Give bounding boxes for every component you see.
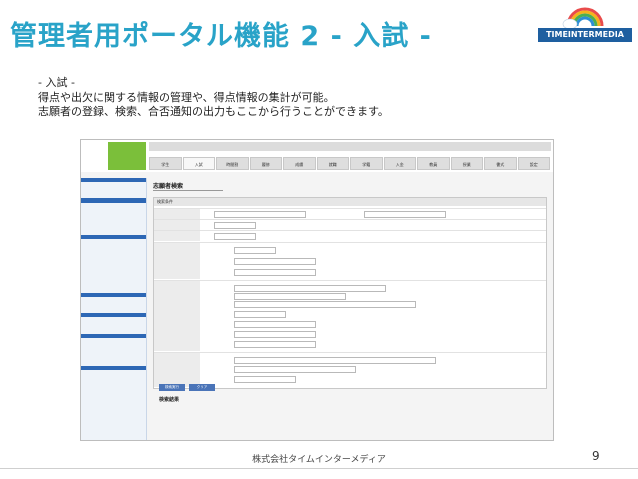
checkbox-group[interactable] xyxy=(234,366,356,373)
select-field[interactable] xyxy=(234,247,276,254)
app-sidebar xyxy=(81,178,147,440)
description-line-2: 得点や出欠に関する情報の管理や、得点情報の集計が可能。 xyxy=(38,90,335,104)
description-line-3: 志願者の登録、検索、合否通知の出力もここから行うことができます。 xyxy=(38,105,389,118)
select-field[interactable] xyxy=(234,376,296,383)
sidebar-item[interactable] xyxy=(81,399,146,403)
results-label: 検索結果 xyxy=(159,397,180,403)
description: - 入試 - 得点や出欠に関する情報の管理や、得点情報の集計が可能。 志願者の登… xyxy=(38,76,389,120)
checkbox-group[interactable] xyxy=(234,293,346,300)
cloud-rainbow-icon xyxy=(562,7,604,30)
select-field[interactable] xyxy=(234,311,286,318)
form-row xyxy=(154,242,546,279)
app-content: 志願者検索 検索条件 xyxy=(153,178,551,440)
tab-6[interactable]: 学籍 xyxy=(350,157,383,170)
page-title: 志願者検索 xyxy=(153,181,223,191)
app-header: 学生 入試 時間割 履修 成績 就職 学籍 入金 教員 授業 書式 設定 xyxy=(81,140,553,172)
text-field[interactable] xyxy=(214,233,256,240)
tab-0[interactable]: 学生 xyxy=(149,157,182,170)
row-label xyxy=(154,231,200,241)
row-label xyxy=(154,353,200,387)
select-field[interactable] xyxy=(234,321,316,328)
select-field[interactable] xyxy=(234,331,316,338)
row-label xyxy=(154,281,200,351)
search-conditions-header: 検索条件 xyxy=(154,198,546,206)
search-button[interactable]: 検索実行 xyxy=(159,384,185,391)
checkbox-group[interactable] xyxy=(234,357,436,364)
form-row xyxy=(154,352,546,387)
text-field[interactable] xyxy=(214,222,256,229)
footer-company: 株式会社タイムインターメディア xyxy=(252,455,386,465)
form-row xyxy=(154,230,546,241)
app-nav: 学生 入試 時間割 履修 成績 就職 学籍 入金 教員 授業 書式 設定 xyxy=(149,157,551,170)
company-logo: TIMEINTERMEDIA xyxy=(538,2,632,44)
form-row xyxy=(154,219,546,230)
button-group: 検索実行 クリア xyxy=(159,384,219,391)
tab-11[interactable]: 設定 xyxy=(517,157,550,170)
divider xyxy=(0,468,638,469)
app-logo xyxy=(108,142,146,170)
logo-text: TIMEINTERMEDIA xyxy=(538,28,632,42)
description-line-1: - 入試 - xyxy=(38,76,75,89)
form-row xyxy=(154,280,546,351)
text-field[interactable] xyxy=(364,211,446,218)
tab-8[interactable]: 教員 xyxy=(417,157,450,170)
form-row xyxy=(154,208,546,219)
app-topbar xyxy=(149,142,551,151)
tab-10[interactable]: 書式 xyxy=(484,157,517,170)
row-label xyxy=(154,243,200,279)
checkbox-group[interactable] xyxy=(234,285,386,292)
select-field[interactable] xyxy=(234,258,316,265)
tab-3[interactable]: 履修 xyxy=(249,157,282,170)
tab-7[interactable]: 入金 xyxy=(383,157,416,170)
page-number: 9 xyxy=(592,449,600,463)
tab-5[interactable]: 就職 xyxy=(316,157,349,170)
row-label xyxy=(154,209,200,219)
tab-9[interactable]: 授業 xyxy=(450,157,483,170)
text-field[interactable] xyxy=(214,211,306,218)
tab-4[interactable]: 成績 xyxy=(283,157,316,170)
tab-2[interactable]: 時間割 xyxy=(216,157,249,170)
search-conditions-panel: 検索条件 xyxy=(153,197,547,389)
slide-title: 管理者用ポータル機能 2 - 入試 - xyxy=(10,21,432,52)
row-label xyxy=(154,220,200,230)
clear-button[interactable]: クリア xyxy=(189,384,215,391)
tab-1[interactable]: 入試 xyxy=(182,157,215,170)
select-field[interactable] xyxy=(234,269,316,276)
checkbox-group[interactable] xyxy=(234,301,416,308)
app-screenshot: 学生 入試 時間割 履修 成績 就職 学籍 入金 教員 授業 書式 設定 志願者… xyxy=(80,139,554,441)
select-field[interactable] xyxy=(234,341,316,348)
